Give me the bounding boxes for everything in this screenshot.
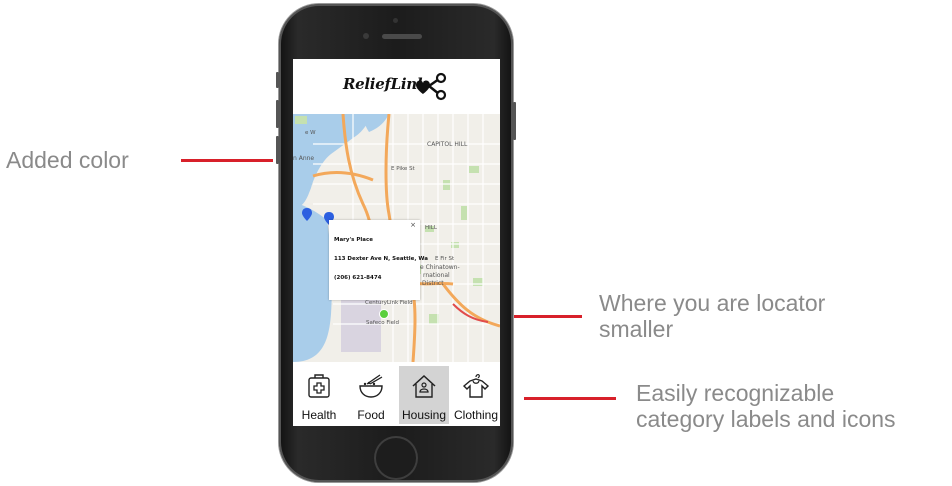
volume-down-button: [276, 136, 279, 164]
annotation-line-added-color: [181, 159, 273, 162]
shirt-icon: [462, 374, 490, 398]
food-bowl-icon: [359, 374, 383, 398]
map-label-e-pike: E Pike St: [391, 166, 416, 172]
current-location-marker: [379, 309, 389, 319]
map-label-safeco: Safeco Field: [366, 320, 399, 326]
annotation-labels-line1: Easily recognizable: [636, 380, 835, 406]
map-label-e-fir: E Fir St: [435, 256, 455, 262]
app-header: ReliefLink: [293, 59, 500, 114]
nav-clothing[interactable]: Clothing: [451, 366, 500, 424]
app-screen: ReliefLink CAPITOL HILL HILL E Pike St E…: [293, 59, 500, 426]
annotation-locator-line2: smaller: [599, 316, 674, 342]
map-label-chinatown: e Chinatown-: [420, 264, 460, 271]
volume-up-button: [276, 100, 279, 128]
nav-food[interactable]: Food: [346, 366, 396, 424]
map-label-district: District: [422, 280, 444, 287]
map-label-international: rnational: [423, 272, 450, 279]
front-camera: [363, 33, 369, 39]
popup-close-icon[interactable]: ×: [410, 221, 416, 229]
annotation-locator-line1: Where you are locator: [599, 290, 826, 316]
health-icon: [308, 374, 330, 398]
map-label-anne: n Anne: [293, 155, 314, 162]
nav-health[interactable]: Health: [294, 366, 344, 424]
map-label-ave-w: e W: [305, 130, 316, 136]
annotation-labels-line2: category labels and icons: [636, 406, 896, 432]
earpiece-speaker: [382, 34, 422, 39]
proximity-sensor: [393, 18, 398, 23]
nav-clothing-label: Clothing: [453, 408, 499, 422]
popup-phone[interactable]: (206) 621-8474: [334, 275, 382, 281]
power-button: [513, 102, 516, 140]
popup-place-name: Mary's Place: [334, 237, 373, 243]
nav-housing[interactable]: Housing: [399, 366, 449, 424]
mute-switch: [276, 72, 279, 88]
location-popup[interactable]: × Mary's Place 113 Dexter Ave N, Seattle…: [329, 220, 428, 300]
home-button[interactable]: [374, 436, 418, 480]
annotation-added-color: Added color: [6, 147, 129, 173]
category-nav: Health Food Housing Clothing: [293, 362, 500, 426]
map-label-centurylink: CenturyLink Field: [365, 300, 413, 306]
heart-share-icon: [416, 72, 447, 101]
map-label-capitol-hill: CAPITOL HILL: [427, 141, 468, 148]
annotation-line-labels: [524, 397, 616, 400]
map-label-hill: HILL: [425, 225, 438, 231]
house-icon: [412, 374, 436, 398]
popup-address: 113 Dexter Ave N, Seattle, Wa: [334, 256, 428, 262]
